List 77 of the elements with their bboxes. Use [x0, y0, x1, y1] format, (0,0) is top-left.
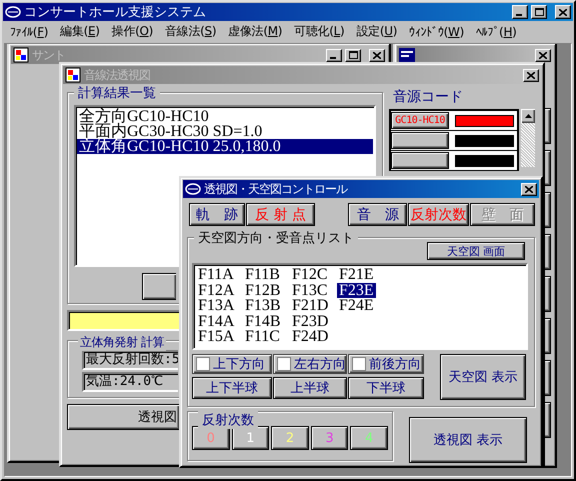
scrollbar[interactable] [521, 109, 535, 167]
action-button[interactable] [142, 273, 176, 300]
group-label: 立体角発射 計算 [78, 334, 166, 351]
hemisphere-button[interactable]: 上下半球 [192, 376, 272, 398]
source-code-cell[interactable] [391, 132, 449, 149]
receiver-item[interactable]: F11B [243, 267, 282, 282]
window-icon [399, 48, 415, 62]
receiver-item[interactable]: F13A [196, 298, 236, 314]
close-button[interactable] [521, 182, 537, 196]
result-item[interactable]: 全方向GC10-HC10 [77, 109, 373, 124]
result-item[interactable]: 立体角GC10-HC10 25.0,180.0 [77, 139, 373, 154]
minimize-button[interactable] [326, 48, 342, 62]
close-icon [559, 8, 567, 16]
close-button[interactable] [523, 68, 539, 82]
receiver-item[interactable]: F13C [290, 282, 330, 298]
receiver-item[interactable]: F12C [290, 267, 330, 282]
menu-item[interactable]: 編集(E) [56, 23, 108, 40]
receiver-item[interactable]: F13B [243, 298, 283, 314]
close-icon [525, 186, 533, 192]
close-button[interactable] [535, 48, 551, 62]
close-icon [539, 52, 547, 58]
perspective-button[interactable]: 透視図 [67, 404, 179, 430]
menu-item[interactable]: ﾌｧｲﾙ(F) [6, 24, 56, 38]
receiver-item[interactable]: F24E [337, 298, 376, 314]
hemisphere-button[interactable]: 下半球 [348, 376, 424, 398]
hemisphere-button[interactable]: 上半球 [273, 376, 347, 398]
receiver-item[interactable]: F24D [290, 329, 330, 344]
receiver-item[interactable]: F21E [337, 267, 376, 282]
receiver-item[interactable]: F15A [196, 329, 236, 344]
document-icon [65, 67, 81, 83]
minimize-button[interactable] [512, 5, 528, 19]
receiver-item[interactable]: F23E [337, 282, 376, 298]
panel-label: 音源コード [393, 88, 464, 106]
maximize-button[interactable] [345, 48, 361, 62]
sky-screen-button[interactable]: 天空図 画面 [427, 242, 525, 260]
close-icon [373, 52, 381, 58]
receiver-item[interactable]: F14A [196, 314, 236, 329]
close-button[interactable] [369, 48, 385, 62]
scroll-up-icon[interactable] [524, 114, 532, 118]
menu-item[interactable]: 音線法(S) [161, 23, 224, 40]
group-label: 計算結果一覧 [74, 84, 160, 102]
perspective-show-button[interactable]: 透視図 表示 [409, 417, 527, 463]
menu-item[interactable]: 設定(U) [352, 23, 406, 40]
receiver-item[interactable]: F21D [290, 298, 330, 314]
menu-item[interactable]: 可聴化(L) [290, 23, 352, 40]
toggle-button[interactable]: 音 源 [348, 203, 408, 226]
toggle-button[interactable]: 軌 跡 [189, 203, 246, 226]
close-button[interactable] [555, 5, 571, 19]
group-label: 天空図方向・受音点リスト [194, 229, 358, 247]
maximize-icon [348, 51, 358, 59]
app-logo-icon [185, 182, 201, 196]
source-code-cell[interactable] [391, 152, 449, 169]
checkbox[interactable]: 前後方向 [348, 354, 424, 374]
receiver-item[interactable]: F11C [243, 329, 282, 344]
group-label: 反射次数 [198, 411, 258, 429]
sky-show-button[interactable]: 天空図 表示 [440, 354, 526, 400]
receiver-item[interactable]: F23D [290, 314, 330, 329]
checkbox[interactable]: 左右方向 [273, 354, 347, 374]
menu-item[interactable]: 虚像法(M) [224, 23, 290, 40]
receiver-item[interactable]: F14B [243, 314, 283, 329]
result-item[interactable]: 平面内GC30-HC30 SD=1.0 [77, 124, 373, 139]
checkbox[interactable]: 上下方向 [192, 354, 272, 374]
maximize-button[interactable] [531, 5, 547, 19]
receiver-item[interactable]: F11A [196, 267, 236, 282]
menu-item[interactable]: 操作(O) [108, 23, 162, 40]
document-icon [13, 47, 29, 63]
menu-item[interactable]: ﾍﾙﾌﾟ(H) [472, 24, 525, 38]
receiver-list[interactable]: F11A F12A F13A F14A F15A F11B F12B F13B F14B F11C F12C F13C F21D F23D F24D F21E F23E F24E [192, 263, 528, 350]
close-icon [527, 72, 535, 78]
menu-item[interactable]: ｳｨﾝﾄﾞｳ(W) [405, 24, 472, 38]
receiver-item[interactable]: F12A [196, 282, 236, 298]
window-title: 透視図・天空図コントロール [204, 180, 348, 198]
receiver-item[interactable]: F12B [243, 282, 283, 298]
maximize-icon [534, 8, 544, 16]
window-title: コンサートホール支援システム [24, 4, 207, 21]
app-logo-icon [5, 5, 21, 19]
window-title: サント [32, 46, 66, 64]
